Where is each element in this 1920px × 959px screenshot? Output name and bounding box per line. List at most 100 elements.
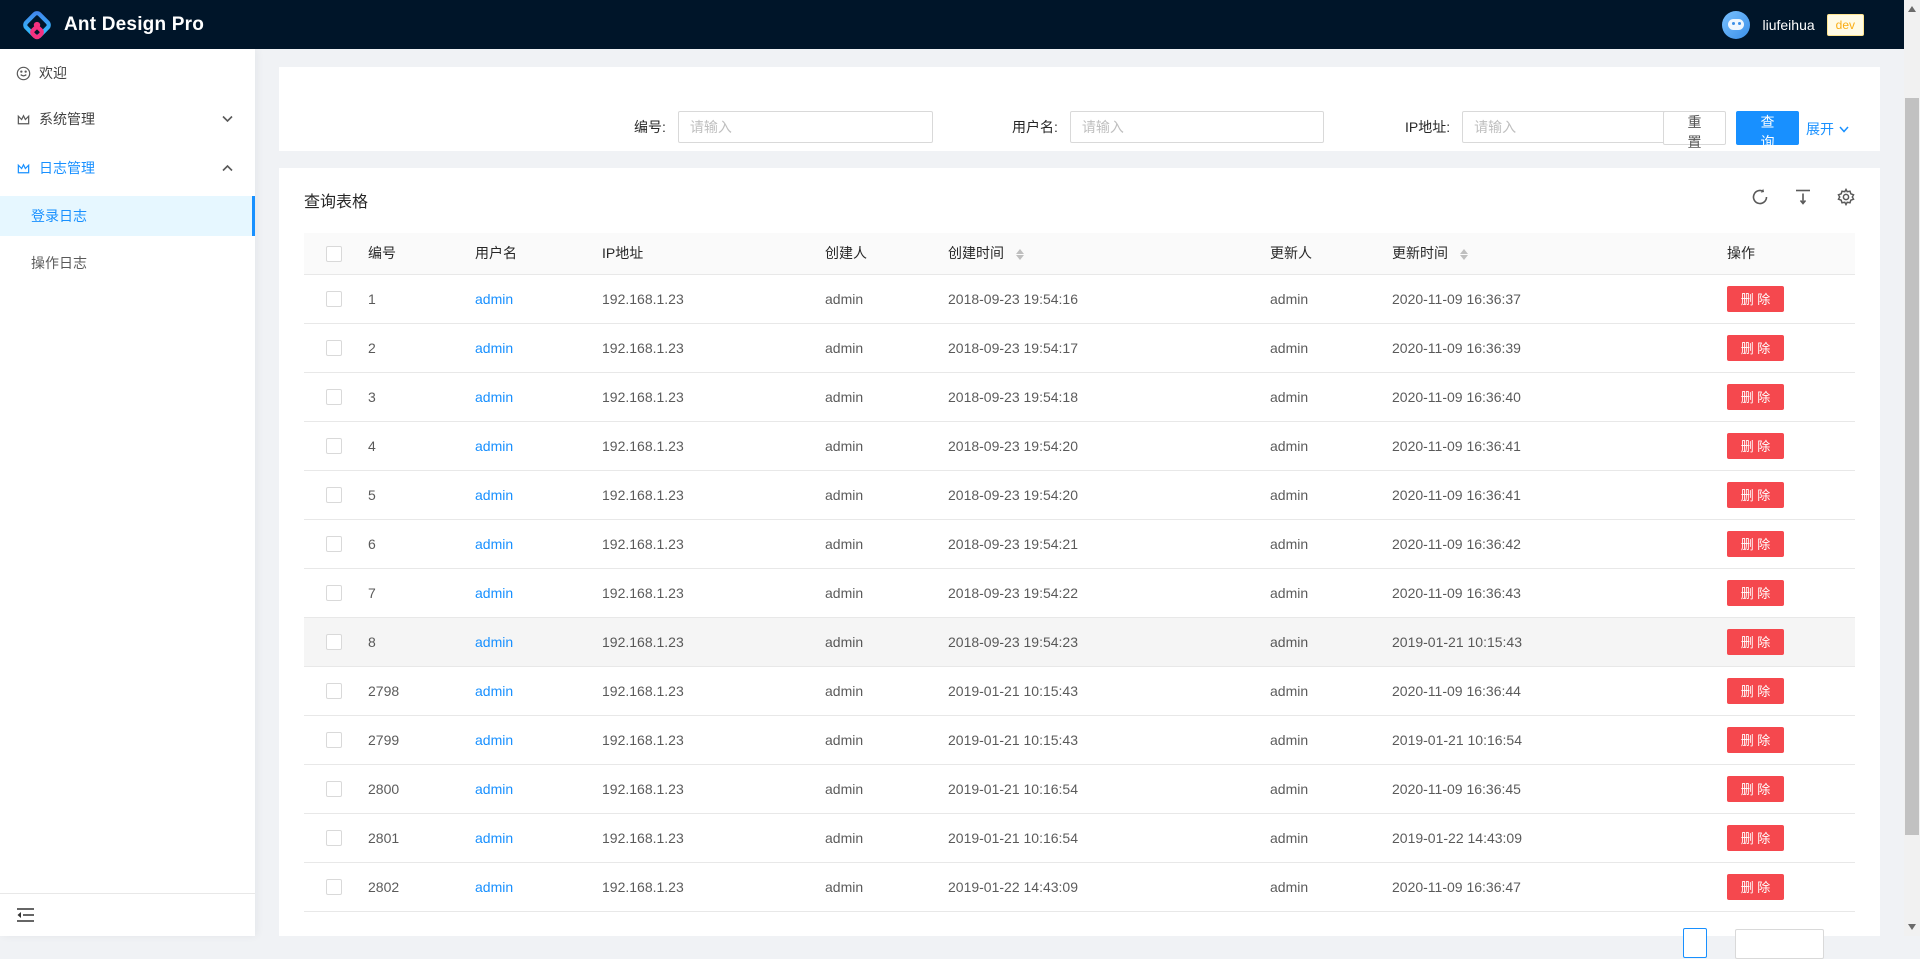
delete-button[interactable]: 删 除 (1727, 874, 1784, 900)
cell-ip: 192.168.1.23 (600, 568, 823, 617)
row-checkbox[interactable] (326, 291, 342, 307)
cell-id: 1 (366, 274, 473, 323)
username-link[interactable]: admin (475, 683, 513, 699)
cell-id: 3 (366, 372, 473, 421)
cell-creator: admin (823, 764, 946, 813)
cell-ip: 192.168.1.23 (600, 715, 823, 764)
cell-create-time: 2018-09-23 19:54:17 (946, 323, 1268, 372)
scrollbar-down-arrow-icon[interactable] (1908, 924, 1916, 930)
column-header-update-time[interactable]: 更新时间 (1390, 233, 1725, 274)
column-header-id: 编号 (366, 233, 473, 274)
delete-button[interactable]: 删 除 (1727, 776, 1784, 802)
cell-create-time: 2018-09-23 19:54:20 (946, 470, 1268, 519)
table-row: 2798 admin 192.168.1.23 admin 2019-01-21… (304, 666, 1855, 715)
row-checkbox[interactable] (326, 683, 342, 699)
row-checkbox[interactable] (326, 830, 342, 846)
username-link[interactable]: admin (475, 830, 513, 846)
delete-button[interactable]: 删 除 (1727, 384, 1784, 410)
user-avatar[interactable] (1722, 11, 1750, 39)
app-logo[interactable]: Ant Design Pro (0, 10, 204, 40)
delete-button[interactable]: 删 除 (1727, 629, 1784, 655)
sort-carets-icon[interactable] (1016, 249, 1024, 260)
row-checkbox[interactable] (326, 634, 342, 650)
row-checkbox[interactable] (326, 536, 342, 552)
query-button[interactable]: 查 询 (1736, 111, 1799, 145)
delete-button[interactable]: 删 除 (1727, 580, 1784, 606)
delete-button[interactable]: 删 除 (1727, 825, 1784, 851)
delete-button[interactable]: 删 除 (1727, 678, 1784, 704)
crown-icon (16, 161, 31, 176)
cell-ip: 192.168.1.23 (600, 372, 823, 421)
delete-button[interactable]: 删 除 (1727, 727, 1784, 753)
sidebar-item-operation-log[interactable]: 操作日志 (0, 243, 255, 283)
cell-id: 2798 (366, 666, 473, 715)
cell-update-time: 2020-11-09 16:36:39 (1390, 323, 1725, 372)
username-link[interactable]: admin (475, 634, 513, 650)
cell-update-time: 2020-11-09 16:36:47 (1390, 862, 1725, 911)
cell-update-time: 2020-11-09 16:36:41 (1390, 470, 1725, 519)
cell-create-time: 2018-09-23 19:54:22 (946, 568, 1268, 617)
row-checkbox[interactable] (326, 732, 342, 748)
cell-updater: admin (1268, 470, 1390, 519)
delete-button[interactable]: 删 除 (1727, 286, 1784, 312)
reset-button[interactable]: 重 置 (1663, 111, 1726, 145)
app-title: Ant Design Pro (64, 14, 204, 36)
username-link[interactable]: admin (475, 879, 513, 895)
username-link[interactable]: admin (475, 340, 513, 356)
app-header: Ant Design Pro liufeihua dev (0, 0, 1904, 49)
sidebar-item-welcome[interactable]: 欢迎 (0, 53, 255, 93)
row-checkbox[interactable] (326, 487, 342, 503)
username-link[interactable]: admin (475, 438, 513, 454)
density-icon[interactable] (1794, 188, 1812, 206)
scrollbar-up-arrow-icon[interactable] (1908, 6, 1916, 12)
username-link[interactable]: admin (475, 781, 513, 797)
delete-button[interactable]: 删 除 (1727, 482, 1784, 508)
column-header-create-time[interactable]: 创建时间 (946, 233, 1268, 274)
pagination-active-page-button[interactable] (1683, 928, 1707, 958)
pagination-page-size-select[interactable] (1735, 929, 1824, 959)
cell-create-time: 2019-01-21 10:16:54 (946, 813, 1268, 862)
scrollbar-thumb[interactable] (1905, 98, 1919, 835)
row-checkbox[interactable] (326, 340, 342, 356)
table-row: 2 admin 192.168.1.23 admin 2018-09-23 19… (304, 323, 1855, 372)
cell-creator: admin (823, 274, 946, 323)
row-checkbox[interactable] (326, 781, 342, 797)
column-header-updater: 更新人 (1268, 233, 1390, 274)
delete-button[interactable]: 删 除 (1727, 433, 1784, 459)
sidebar-item-log-management[interactable]: 日志管理 (0, 148, 255, 188)
expand-link[interactable]: 展开 (1806, 119, 1849, 139)
delete-button[interactable]: 删 除 (1727, 531, 1784, 557)
cell-create-time: 2019-01-21 10:15:43 (946, 666, 1268, 715)
vertical-scrollbar[interactable] (1904, 0, 1920, 936)
row-checkbox[interactable] (326, 389, 342, 405)
username-link[interactable]: admin (475, 536, 513, 552)
sort-carets-icon[interactable] (1460, 249, 1468, 260)
cell-updater: admin (1268, 813, 1390, 862)
column-header-ip: IP地址 (600, 233, 823, 274)
sidebar-item-login-log[interactable]: 登录日志 (0, 196, 255, 236)
cell-updater: admin (1268, 617, 1390, 666)
username-link[interactable]: admin (475, 732, 513, 748)
menu-fold-icon[interactable] (17, 907, 34, 923)
username-link[interactable]: admin (475, 389, 513, 405)
cell-ip: 192.168.1.23 (600, 666, 823, 715)
cell-create-time: 2019-01-22 14:43:09 (946, 862, 1268, 911)
sidebar-item-system-management[interactable]: 系统管理 (0, 99, 255, 139)
cell-creator: admin (823, 519, 946, 568)
row-checkbox[interactable] (326, 438, 342, 454)
row-checkbox[interactable] (326, 585, 342, 601)
username-link[interactable]: admin (475, 585, 513, 601)
username-link[interactable]: admin (475, 291, 513, 307)
cell-update-time: 2020-11-09 16:36:43 (1390, 568, 1725, 617)
reload-icon[interactable] (1751, 188, 1769, 206)
username-input[interactable] (1070, 111, 1324, 143)
select-all-checkbox[interactable] (326, 246, 342, 262)
table-row: 7 admin 192.168.1.23 admin 2018-09-23 19… (304, 568, 1855, 617)
username-link[interactable]: admin (475, 487, 513, 503)
row-checkbox[interactable] (326, 879, 342, 895)
table-row: 8 admin 192.168.1.23 admin 2018-09-23 19… (304, 617, 1855, 666)
id-input[interactable] (678, 111, 933, 143)
user-name[interactable]: liufeihua (1762, 17, 1814, 33)
settings-gear-icon[interactable] (1837, 188, 1855, 206)
delete-button[interactable]: 删 除 (1727, 335, 1784, 361)
